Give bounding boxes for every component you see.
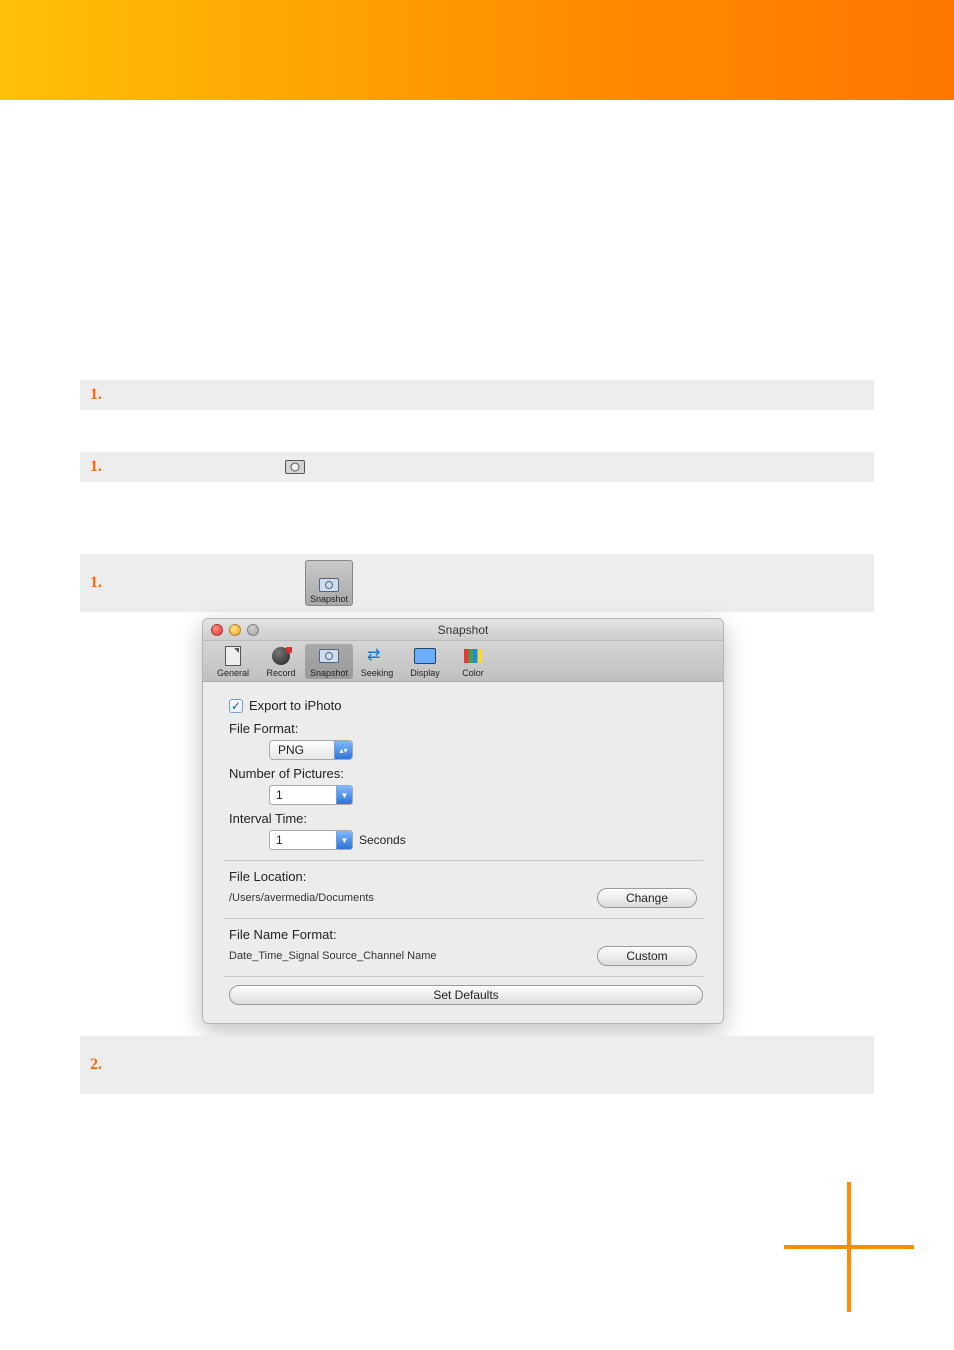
step-row-snapshot-icon: 1. <box>80 452 874 482</box>
file-format-select[interactable]: PNG ▴▾ <box>269 740 353 760</box>
tab-label: Seeking <box>361 668 394 678</box>
tab-label: Record <box>266 668 295 678</box>
file-location-value: /Users/avermedia/Documents <box>229 892 374 904</box>
snapshot-settings-window: Snapshot General Record Snapshot Seeking <box>202 618 724 1024</box>
chevron-down-icon: ▼ <box>336 786 352 804</box>
chevron-down-icon: ▼ <box>336 831 352 849</box>
file-location-label: File Location: <box>229 869 703 884</box>
separator <box>223 860 703 861</box>
tile-label: Snapshot <box>310 594 348 604</box>
camera-icon <box>319 649 339 663</box>
tab-label: Color <box>462 668 484 678</box>
window-title: Snapshot <box>203 623 723 637</box>
change-button[interactable]: Change <box>597 888 697 908</box>
page-header-banner <box>0 0 954 100</box>
tab-display[interactable]: Display <box>401 644 449 679</box>
tab-general[interactable]: General <box>209 644 257 679</box>
export-to-iphoto-checkbox[interactable]: ✓ <box>229 699 243 713</box>
step-row-2: 2. <box>80 1036 874 1094</box>
file-name-format-label: File Name Format: <box>229 927 703 942</box>
interval-unit: Seconds <box>359 833 406 847</box>
tab-color[interactable]: Color <box>449 644 497 679</box>
set-defaults-button[interactable]: Set Defaults <box>229 985 703 1005</box>
prefs-toolbar: General Record Snapshot Seeking Display … <box>203 641 723 682</box>
separator <box>223 918 703 919</box>
tab-label: Display <box>410 668 440 678</box>
step-number: 1. <box>90 458 110 476</box>
color-bars-icon <box>464 649 482 663</box>
camera-icon <box>319 578 339 592</box>
separator <box>223 976 703 977</box>
tab-snapshot[interactable]: Snapshot <box>305 644 353 679</box>
interval-time-input[interactable]: 1 ▼ <box>269 830 353 850</box>
window-titlebar: Snapshot <box>203 619 723 641</box>
step-row-1: 1. <box>80 380 874 410</box>
tab-record[interactable]: Record <box>257 644 305 679</box>
seek-icon <box>367 649 387 663</box>
file-format-label: File Format: <box>229 721 703 736</box>
export-to-iphoto-label: Export to iPhoto <box>249 698 342 713</box>
tab-label: General <box>217 668 249 678</box>
step-row-snapshot-tile: 1. Snapshot <box>80 554 874 612</box>
document-icon <box>225 646 241 666</box>
step-number: 1. <box>90 386 110 404</box>
file-name-format-value: Date_Time_Signal Source_Channel Name <box>229 950 437 962</box>
step-number: 2. <box>90 1056 110 1074</box>
monitor-icon <box>414 648 436 664</box>
interval-time-label: Interval Time: <box>229 811 703 826</box>
record-icon <box>272 647 290 665</box>
interval-time-value: 1 <box>270 831 336 849</box>
toolbar-snapshot-tile: Snapshot <box>305 560 353 606</box>
camera-icon <box>285 460 305 474</box>
chevron-updown-icon: ▴▾ <box>334 741 352 759</box>
file-format-value: PNG <box>270 743 334 757</box>
tab-seeking[interactable]: Seeking <box>353 644 401 679</box>
step-number: 1. <box>90 574 110 592</box>
number-of-pictures-value: 1 <box>270 786 336 804</box>
number-of-pictures-label: Number of Pictures: <box>229 766 703 781</box>
tab-label: Snapshot <box>310 668 348 678</box>
decorative-cross <box>784 1182 914 1312</box>
custom-button[interactable]: Custom <box>597 946 697 966</box>
number-of-pictures-input[interactable]: 1 ▼ <box>269 785 353 805</box>
